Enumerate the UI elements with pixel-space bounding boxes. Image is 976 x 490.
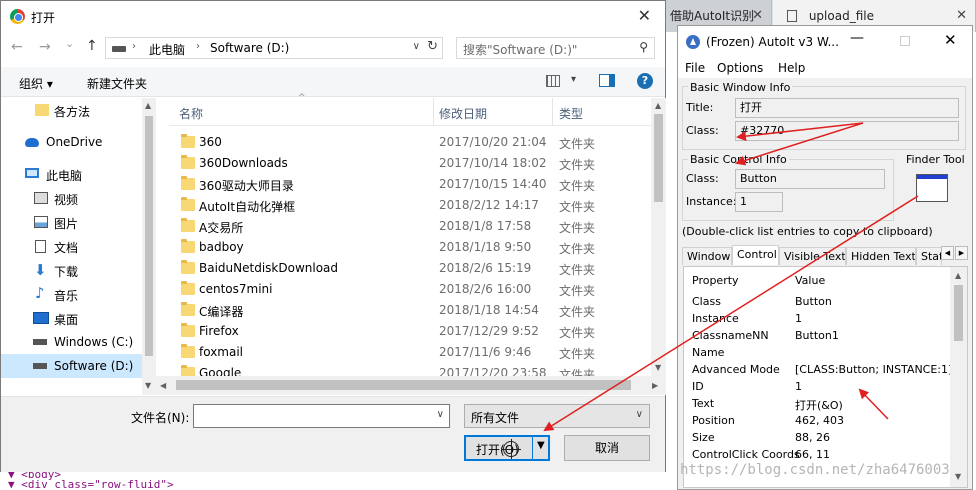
annotation-overlay <box>543 122 919 432</box>
annotation-arrow <box>736 122 864 142</box>
desktop: 借助AutoIt识别 ✕ upload_file ✕ ▼ <body> ▼ <d… <box>0 0 976 490</box>
annotation-arrow <box>858 388 889 420</box>
annotation-arrow <box>543 195 919 432</box>
annotation-arrow <box>735 122 864 166</box>
